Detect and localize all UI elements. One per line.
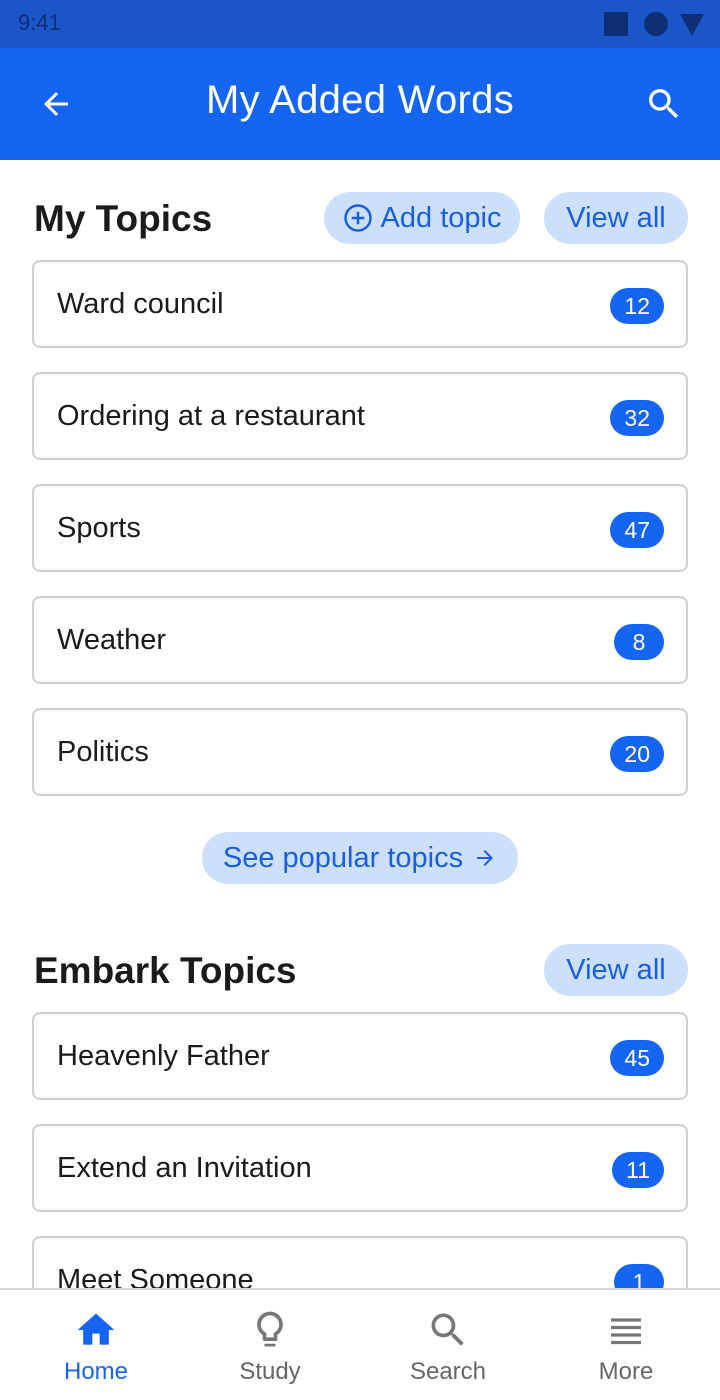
topic-label: Politics (57, 736, 149, 768)
topic-count-badge: 8 (614, 624, 664, 660)
status-icons (604, 12, 704, 36)
page-title: My Added Words (205, 78, 515, 122)
arrow-right-icon (477, 850, 494, 866)
topic-label: Extend an Invitation (57, 1152, 312, 1184)
nav-item-search[interactable]: Search (358, 1290, 538, 1400)
embark-topics-title: Embark Topics (34, 950, 297, 991)
embark-topics-header: Embark Topics View all (32, 944, 688, 996)
see-popular-topics-label: See popular topics (222, 841, 464, 874)
topic-count-badge: 12 (610, 288, 664, 324)
search-icon (431, 1313, 464, 1346)
home-circle-icon (644, 12, 668, 36)
search-icon-wrap (358, 1308, 538, 1352)
topic-label: Ward council (57, 288, 224, 320)
status-bar: 9:41 (0, 0, 720, 48)
nav-item-home[interactable]: Home (6, 1290, 186, 1400)
nav-item-more[interactable]: More (536, 1290, 716, 1400)
topic-label: Ordering at a restaurant (57, 400, 365, 432)
topic-card-ward-council[interactable]: Ward council 12 (32, 260, 688, 348)
topic-card-ordering-at-a-restaurant[interactable]: Ordering at a restaurant 32 (32, 372, 688, 460)
topic-label: Heavenly Father (57, 1040, 270, 1072)
topic-card-heavenly-father[interactable]: Heavenly Father 45 (32, 1012, 688, 1100)
home-icon-wrap (6, 1308, 186, 1352)
add-topic-label: Add topic (380, 201, 502, 234)
status-time: 9:41 (18, 10, 61, 35)
embark-topics-view-all-button[interactable]: View all (544, 944, 688, 996)
bottom-navigation: Home Study Search More (0, 1288, 720, 1400)
recent-apps-icon (604, 12, 628, 36)
app-bar: My Added Words (0, 48, 720, 160)
nav-label-home: Home (63, 1358, 129, 1385)
lightbulb-icon (257, 1311, 283, 1347)
nav-label-more: More (598, 1358, 654, 1385)
topic-label: Weather (57, 624, 167, 656)
topic-count-badge: 47 (610, 512, 664, 548)
home-icon (77, 1313, 115, 1345)
menu-icon (611, 1318, 641, 1345)
topic-count-badge: 32 (610, 400, 664, 436)
topic-count-badge: 11 (612, 1152, 664, 1188)
add-circle-icon (343, 204, 372, 232)
topic-card-sports[interactable]: Sports 47 (32, 484, 688, 572)
topic-count-badge: 20 (610, 736, 664, 772)
topic-label: Sports (57, 512, 141, 544)
add-topic-button[interactable]: Add topic (324, 192, 520, 244)
my-topics-view-all-button[interactable]: View all (544, 192, 688, 244)
topic-card-extend-an-invitation[interactable]: Extend an Invitation 11 (32, 1124, 688, 1212)
topic-card-politics[interactable]: Politics 20 (32, 708, 688, 796)
lightbulb-icon-wrap (180, 1308, 360, 1352)
nav-label-study: Study (239, 1358, 301, 1385)
my-topics-header: My Topics Add topic View all (32, 192, 688, 244)
nav-label-search: Search (409, 1358, 487, 1385)
back-arrow-icon (44, 92, 68, 116)
my-topics-title: My Topics (34, 198, 213, 239)
topic-card-weather[interactable]: Weather 8 (32, 596, 688, 684)
back-triangle-icon (680, 14, 704, 36)
menu-icon-wrap (536, 1308, 716, 1352)
back-button[interactable] (28, 76, 84, 132)
search-icon (649, 89, 679, 119)
topic-count-badge: 45 (610, 1040, 664, 1076)
see-popular-topics-button[interactable]: See popular topics (202, 832, 518, 884)
search-button[interactable] (636, 76, 692, 132)
nav-item-study[interactable]: Study (180, 1290, 360, 1400)
